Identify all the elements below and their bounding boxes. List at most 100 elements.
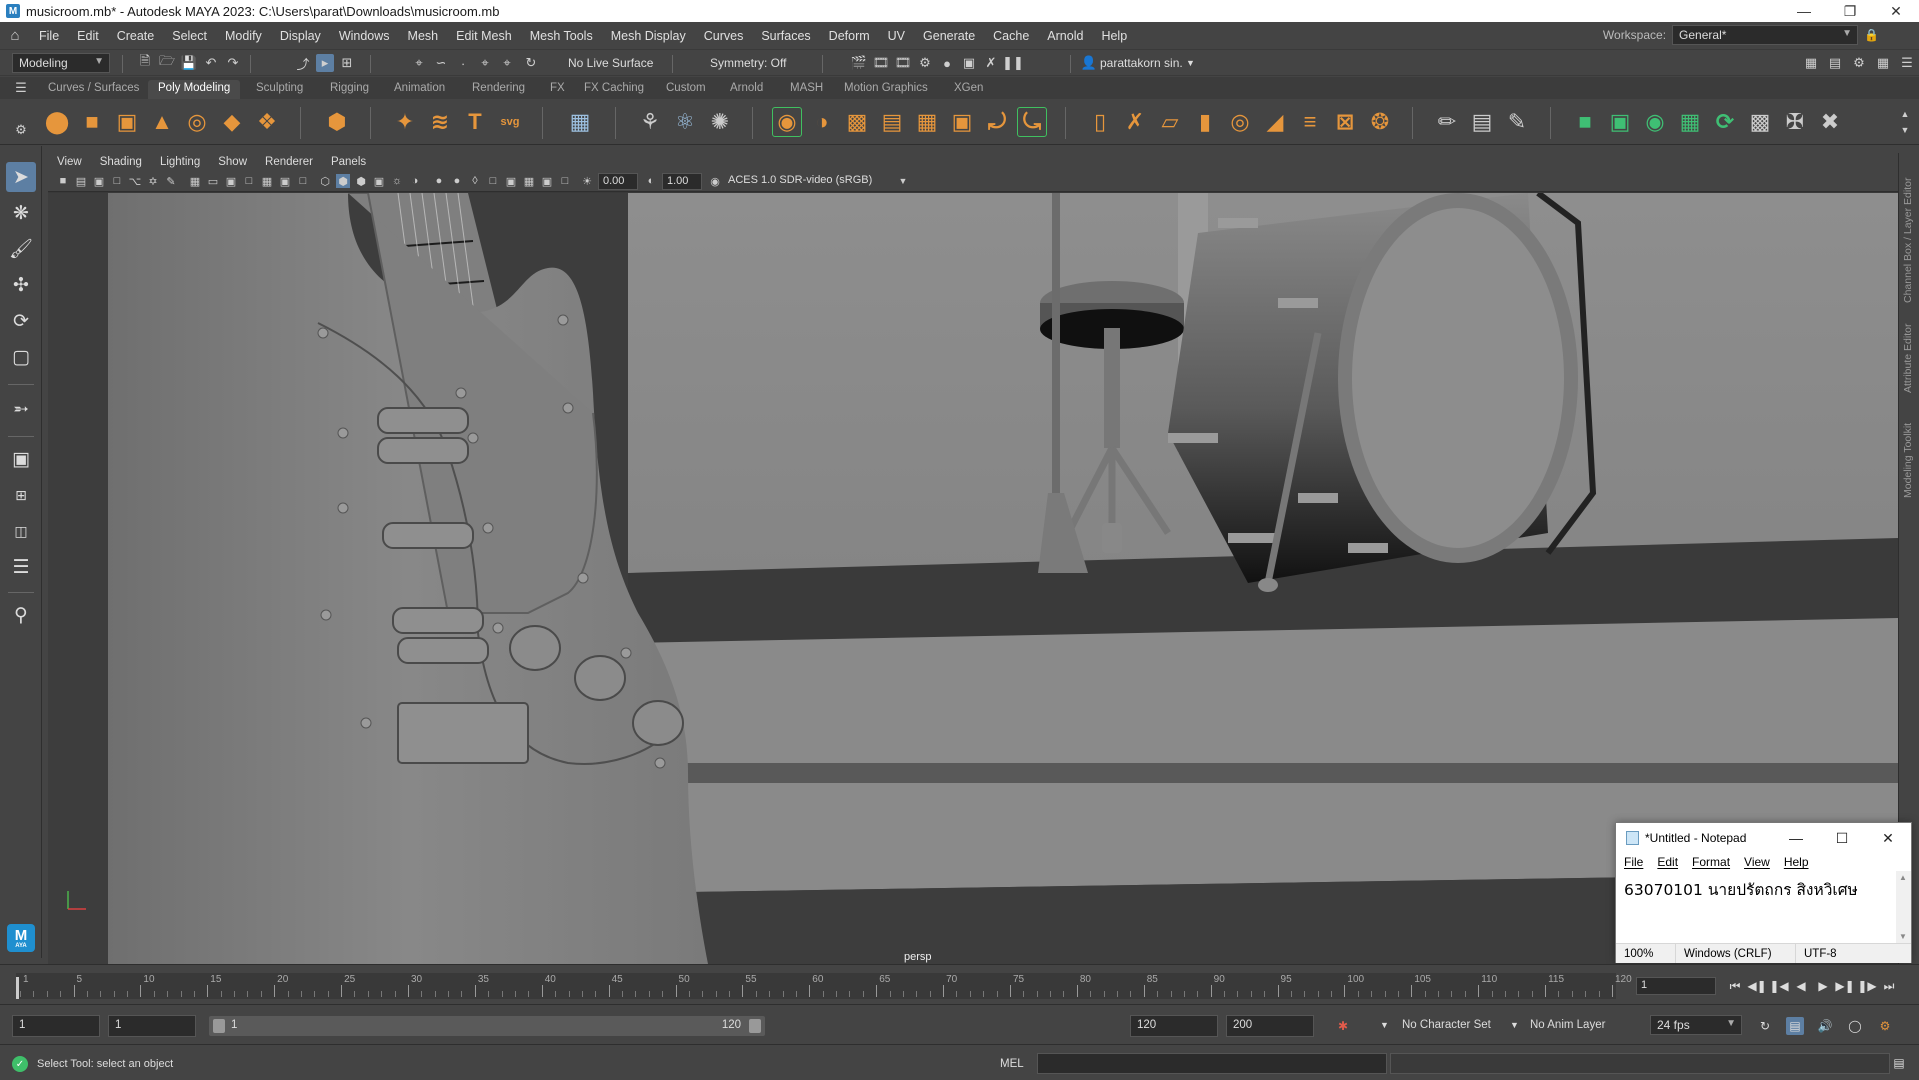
menu-edit[interactable]: Edit	[68, 29, 108, 43]
shelf-scroll-down-icon[interactable]: ▼	[1896, 121, 1914, 139]
tab-modeling-toolkit[interactable]: Modeling Toolkit	[1902, 418, 1914, 498]
lasso-tool-icon[interactable]: ❋	[6, 198, 36, 228]
menu-file[interactable]: File	[30, 29, 68, 43]
anti-aliasing-icon[interactable]: ◊	[468, 174, 482, 188]
grease-pencil-icon[interactable]: ✎	[164, 174, 178, 188]
select-by-object-icon[interactable]: ▸	[316, 54, 334, 72]
platonic-solid-icon[interactable]: ⬢	[322, 107, 352, 137]
shelf-tab-curves-surfaces[interactable]: Curves / Surfaces	[38, 80, 149, 99]
command-line-input[interactable]	[1037, 1053, 1387, 1074]
shelf-settings-icon[interactable]: ⚙	[14, 121, 28, 139]
step-back-frame-icon[interactable]: ❚◀	[1769, 977, 1788, 995]
search-icon[interactable]: ⚲	[6, 600, 36, 630]
step-forward-key-icon[interactable]: ❚▶	[1857, 977, 1876, 995]
select-tool-icon[interactable]: ➤	[6, 162, 36, 192]
character-set-label[interactable]: No Character Set	[1402, 1019, 1491, 1031]
mirror-icon[interactable]: ✺	[705, 107, 735, 137]
lock-camera-icon[interactable]: ▤	[74, 174, 88, 188]
render-settings-icon[interactable]: ⚙	[916, 54, 934, 72]
camera-attributes-icon[interactable]: ▣	[92, 174, 106, 188]
menu-display[interactable]: Display	[271, 29, 330, 43]
last-tool-used-icon[interactable]: ➵	[6, 394, 36, 424]
uv-editor-icon[interactable]: ▩	[1745, 107, 1775, 137]
safe-action-icon[interactable]: ▣	[278, 174, 292, 188]
poly-disc-icon[interactable]: ❖	[252, 107, 282, 137]
menu-create[interactable]: Create	[108, 29, 164, 43]
notepad-menu-file[interactable]: File	[1616, 855, 1649, 869]
film-gate-icon[interactable]: ▭	[206, 174, 220, 188]
hypershade-icon[interactable]: ●	[938, 54, 956, 72]
snap-surface-icon[interactable]: ⌖	[498, 54, 516, 72]
shelf-tab-motion-graphics[interactable]: Motion Graphics	[834, 80, 938, 99]
undo-icon[interactable]: ↶	[202, 54, 220, 72]
chevron-down-icon[interactable]: ▼	[1380, 1020, 1389, 1030]
soft-select-icon[interactable]: ▤	[1467, 107, 1497, 137]
boolean-difference-icon[interactable]: ◑	[807, 107, 837, 137]
shelf-tab-sculpting[interactable]: Sculpting	[246, 80, 313, 99]
panel-menu-shading[interactable]: Shading	[91, 156, 151, 168]
poly-cube-icon[interactable]: ■	[77, 107, 107, 137]
menu-select[interactable]: Select	[163, 29, 216, 43]
playback-start-field[interactable]: 1	[108, 1015, 196, 1037]
menu-cache[interactable]: Cache	[984, 29, 1038, 43]
save-scene-icon[interactable]: 💾	[180, 54, 198, 72]
show-hide-icon[interactable]: ☰	[1898, 54, 1916, 72]
insert-edge-loop-icon[interactable]: ▯	[1085, 107, 1115, 137]
poly-cone-icon[interactable]: ▲	[147, 107, 177, 137]
shadows-icon[interactable]: ◑	[408, 174, 422, 188]
chevron-down-icon[interactable]: ▼	[896, 174, 910, 188]
pause-viewport-icon[interactable]: ❚❚	[1002, 54, 1024, 72]
home-icon[interactable]: ⌂	[0, 27, 30, 44]
wireframe-icon[interactable]: ⬡	[318, 174, 332, 188]
animation-end-field[interactable]: 200	[1226, 1015, 1314, 1037]
paint-weights-icon[interactable]: ✏	[1432, 107, 1462, 137]
menu-modify[interactable]: Modify	[216, 29, 271, 43]
smooth-icon[interactable]: ⚛	[670, 107, 700, 137]
play-backwards-icon[interactable]: ◀	[1792, 977, 1810, 995]
cache-playback-icon[interactable]: ▤	[1786, 1017, 1804, 1035]
lock-icon[interactable]: 🔒	[1864, 28, 1879, 42]
open-scene-icon[interactable]: 🗁	[158, 53, 176, 72]
fill-hole-icon[interactable]: ▣	[947, 107, 977, 137]
single-perspective-layout-icon[interactable]: ▣	[6, 444, 36, 474]
loop-icon[interactable]: ↻	[1756, 1017, 1774, 1035]
shelf-tab-poly-modeling[interactable]: Poly Modeling	[148, 80, 241, 99]
ipr-render-icon[interactable]: 🎞	[894, 54, 912, 72]
notepad-menu-help[interactable]: Help	[1776, 855, 1815, 869]
panel-menu-renderer[interactable]: Renderer	[256, 156, 322, 168]
grid-icon[interactable]: ▦	[188, 174, 202, 188]
step-back-key-icon[interactable]: ◀❚	[1747, 977, 1766, 995]
depth-of-field-icon[interactable]: □	[486, 174, 500, 188]
go-to-end-icon[interactable]: ⏭	[1880, 977, 1898, 995]
xray-icon[interactable]: ▦	[522, 174, 536, 188]
command-language-label[interactable]: MEL	[1000, 1058, 1024, 1070]
resolution-gate-icon[interactable]: ▣	[224, 174, 238, 188]
poly-sphere-icon[interactable]: ⬤	[42, 107, 72, 137]
bridge-icon[interactable]: ▤	[877, 107, 907, 137]
playback-speed-icon[interactable]: ⚙	[1876, 1017, 1894, 1035]
motion-blur-icon[interactable]: ●	[450, 174, 464, 188]
svg-icon[interactable]: svg	[495, 107, 525, 137]
menu-edit-mesh[interactable]: Edit Mesh	[447, 29, 521, 43]
use-all-lights-icon[interactable]: ☼	[390, 174, 404, 188]
notepad-menu-view[interactable]: View	[1736, 855, 1776, 869]
current-time-indicator[interactable]	[16, 977, 19, 999]
menu-uv[interactable]: UV	[879, 29, 914, 43]
auto-keyframe-icon[interactable]: ✱	[1334, 1017, 1352, 1035]
shelf-tab-rigging[interactable]: Rigging	[320, 80, 379, 99]
tool-settings-icon[interactable]: ⚙	[1850, 54, 1868, 72]
target-weld-icon[interactable]: ◎	[1225, 107, 1255, 137]
step-forward-frame-icon[interactable]: ▶❚	[1835, 977, 1854, 995]
paint-select-tool-icon[interactable]: 🖌	[6, 234, 36, 264]
uv-unfold-icon[interactable]: ⟳	[1710, 107, 1740, 137]
collapse-icon[interactable]: ⊠	[1330, 107, 1360, 137]
shelf-tab-fx[interactable]: FX	[540, 80, 575, 99]
uv-sew-icon[interactable]: ✖	[1815, 107, 1845, 137]
time-slider-track[interactable]: 1 5 10 15 20 25 30 35 40 45 50 55 60 65 70 75 80 85 90 95 10…	[16, 973, 1632, 999]
offset-edge-loop-icon[interactable]: ✗	[1120, 107, 1150, 137]
script-editor-icon[interactable]: ▤	[1890, 1054, 1908, 1072]
menu-mesh-tools[interactable]: Mesh Tools	[521, 29, 602, 43]
shelf-tab-custom[interactable]: Custom	[656, 80, 716, 99]
scroll-down-icon[interactable]: ▼	[1899, 932, 1907, 941]
four-view-layout-icon[interactable]: ⊞	[6, 480, 36, 510]
